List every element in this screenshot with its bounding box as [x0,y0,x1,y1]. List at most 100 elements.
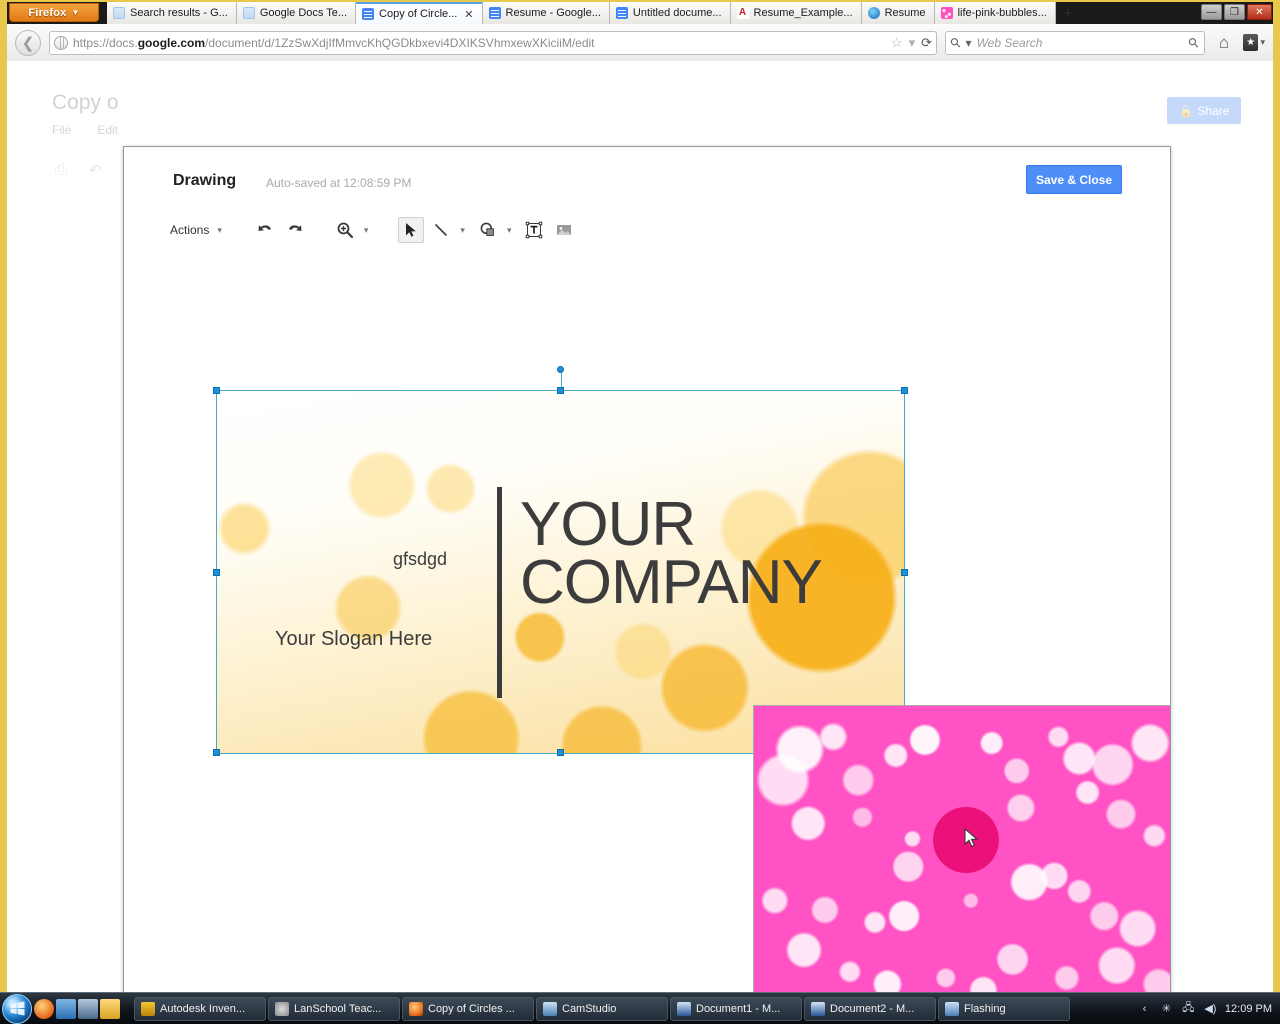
undo-button[interactable] [252,217,278,243]
taskbar-button-firefox[interactable]: Copy of Circles ... [402,997,534,1021]
chevron-down-icon[interactable]: ▾ [217,225,222,236]
resize-handle-top-center[interactable] [557,387,564,394]
drawing-dialog-header: Drawing Auto-saved at 12:08:59 PM Save &… [124,147,1170,209]
browser-tab[interactable]: Google Docs Te... [237,2,356,24]
tab-strip: Firefox ▼ Search results - G... Google D… [7,2,1273,24]
bookmarks-menu-button[interactable]: ★ ▾ [1243,32,1265,54]
zoom-button[interactable] [332,217,358,243]
text-box-icon [525,221,543,239]
tab-label: Copy of Circle... [379,8,457,20]
chevron-down-icon[interactable]: ▾ [507,225,512,236]
minimize-button[interactable]: — [1201,4,1222,20]
firefox-app-button[interactable]: Firefox ▼ [9,3,99,22]
volume-icon[interactable]: ◀) [1203,1001,1218,1016]
taskbar-button-document2[interactable]: Document2 - M... [804,997,936,1021]
tray-activity-icon[interactable]: ✳ [1159,1001,1174,1016]
taskbar-button-document1[interactable]: Document1 - M... [670,997,802,1021]
text-box-tool-button[interactable] [521,217,547,243]
browser-tabs: Search results - G... Google Docs Te... … [107,2,1081,24]
taskbar-button-camstudio[interactable]: CamStudio [536,997,668,1021]
home-icon[interactable]: ⌂ [1213,32,1235,54]
share-button[interactable]: 🔒 Share [1167,97,1241,124]
pink-image-icon [941,7,953,19]
drawing-canvas[interactable]: gfsdgd Your Slogan Here YOUR COMPANY [124,251,1170,994]
taskbar-button-flashing[interactable]: Flashing [938,997,1070,1021]
windows-logo-icon [9,1000,26,1017]
tab-label: life-pink-bubbles... [958,7,1047,19]
browser-tab[interactable]: Untitled docume... [610,2,731,24]
quicklaunch-show-desktop-icon[interactable] [56,999,76,1019]
resize-handle-bottom-center[interactable] [557,749,564,756]
browser-tab[interactable]: Resume - Google... [483,2,610,24]
bookmark-star-icon[interactable]: ☆ [891,35,903,51]
select-tool-button[interactable] [398,217,424,243]
start-button[interactable] [2,994,32,1024]
address-bar[interactable]: https://docs.google.com/document/d/1ZzSw… [49,31,937,55]
url-domain: google.com [138,36,205,50]
gdoc-icon [489,7,501,19]
firefox-icon [409,1002,423,1016]
resize-handle-top-left[interactable] [213,387,220,394]
tab-label: Untitled docume... [633,7,722,19]
browser-tab-active[interactable]: Copy of Circle... ✕ [356,2,482,24]
resize-handle-top-right[interactable] [901,387,908,394]
search-engine-caret-icon[interactable]: ▾ [966,36,972,50]
browser-tab[interactable]: life-pink-bubbles... [935,2,1056,24]
search-input[interactable]: Web Search [977,36,1185,50]
browser-tab[interactable]: A Resume_Example... [731,2,862,24]
insert-image-button[interactable] [551,217,577,243]
save-and-close-button[interactable]: Save & Close [1026,165,1122,194]
network-icon[interactable]: 🖧 [1181,1001,1196,1016]
quicklaunch-firefox-icon[interactable] [34,999,54,1019]
page-content: Copy o File Edit ⎙ ↶ ↷ 🔒 Share COMPANY [7,61,1273,994]
menu-item-edit[interactable]: Edit [97,123,118,137]
back-button[interactable]: ❮ [15,30,41,56]
taskbar-button-autodesk[interactable]: Autodesk Inven... [134,997,266,1021]
undo-icon[interactable]: ↶ [89,161,102,179]
maximize-button[interactable]: ❐ [1224,4,1245,20]
browser-tab[interactable]: Resume [862,2,935,24]
resize-handle-middle-left[interactable] [213,569,220,576]
browser-tab[interactable]: Search results - G... [107,2,237,24]
taskbar-button-label: CamStudio [562,1003,616,1015]
window-controls: — ❐ ✕ [1201,3,1273,21]
actions-menu-label[interactable]: Actions [170,223,209,237]
tab-label: Search results - G... [130,7,228,19]
business-card-object[interactable]: gfsdgd Your Slogan Here YOUR COMPANY [217,391,904,753]
taskbar-button-lanschool[interactable]: LanSchool Teac... [268,997,400,1021]
resize-handle-bottom-left[interactable] [213,749,220,756]
search-icon: ⚲ [947,33,965,51]
print-icon[interactable]: ⎙ [55,161,67,179]
site-identity-icon [54,36,68,50]
flashing-icon [945,1002,959,1016]
menu-item-file[interactable]: File [52,123,71,137]
resize-handle-middle-right[interactable] [901,569,908,576]
chevron-down-icon[interactable]: ▾ [460,225,465,236]
drawing-toolbar: Actions ▾ [124,209,1170,251]
chevron-down-icon: ▼ [71,8,79,17]
tray-expand-icon[interactable]: ‹ [1137,1001,1152,1016]
rotation-handle[interactable] [557,366,564,373]
select-arrow-icon [402,221,420,239]
new-tab-button[interactable]: + [1056,4,1081,24]
quicklaunch-folder-icon[interactable] [100,999,120,1019]
clock[interactable]: 12:09 PM [1225,1003,1272,1015]
search-bar[interactable]: ⚲ ▾ Web Search ⚲ [945,31,1205,55]
autosave-status: Auto-saved at 12:08:59 PM [266,176,411,190]
reload-icon[interactable]: ⟳ [921,35,932,51]
dropmarker-icon[interactable]: ▾ [909,35,916,51]
url-suffix: /document/d/1ZzSwXdjIfMmvcKhQGDkbxevi4DX… [205,36,594,50]
redo-button[interactable] [282,217,308,243]
line-tool-button[interactable] [428,217,454,243]
chevron-down-icon[interactable]: ▾ [364,225,369,236]
quicklaunch-switch-window-icon[interactable] [78,999,98,1019]
pink-bubbles-image[interactable] [753,705,1170,994]
taskbar-button-label: Autodesk Inven... [160,1003,245,1015]
docs-icon [243,7,255,19]
firefox-app-button-label: Firefox [28,7,66,19]
search-go-icon[interactable]: ⚲ [1185,33,1203,51]
close-icon[interactable]: ✕ [464,8,473,21]
document-title: Copy o [52,91,119,115]
shape-tool-button[interactable] [475,217,501,243]
close-button[interactable]: ✕ [1247,4,1272,20]
